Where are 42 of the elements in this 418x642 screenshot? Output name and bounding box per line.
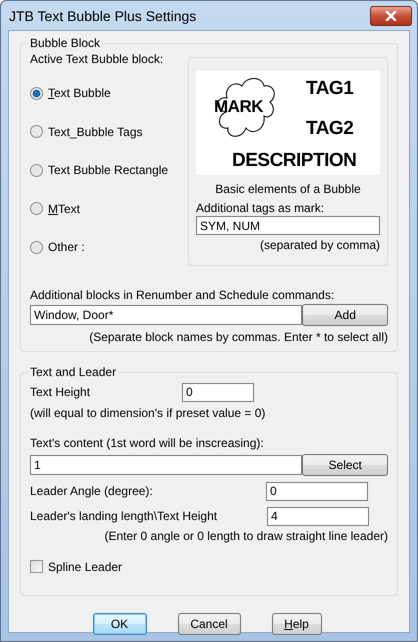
radio-option[interactable]: Text Bubble <box>30 74 188 112</box>
leader-angle-label: Leader Angle (degree): <box>30 484 154 498</box>
landing-length-label: Leader's landing length\Text Height <box>30 509 218 523</box>
blocks-note: (Separate block names by commas. Enter * to select all) <box>88 330 388 344</box>
preview-caption: Basic elements of a Bubble <box>214 182 362 196</box>
leader-angle-field[interactable]: 0 <box>266 482 368 500</box>
radio-option[interactable]: Text Bubble Rectangle <box>30 151 188 190</box>
add-button[interactable]: Add <box>302 304 388 326</box>
blocks-label: Additional blocks in Renumber and Schedule commands: <box>30 288 336 302</box>
description-text: DESCRIPTION <box>232 151 356 171</box>
blocks-field[interactable]: Window, Door* <box>30 304 302 324</box>
select-button[interactable]: Select <box>302 454 388 476</box>
close-button[interactable] <box>370 6 412 26</box>
group-title: Text and Leader <box>28 364 118 380</box>
window-title: JTB Text Bubble Plus Settings <box>8 8 196 24</box>
spline-label: Spline Leader <box>48 560 122 574</box>
radio-icon[interactable] <box>30 125 43 138</box>
tags-note: (separated by comma) <box>258 238 380 252</box>
landing-length-field[interactable]: 4 <box>267 506 369 526</box>
tag-text: TAG1 <box>306 79 354 99</box>
leader-note: (Enter 0 angle or 0 length to draw straight line leader) <box>104 528 388 542</box>
radio-icon[interactable] <box>30 240 43 254</box>
tags-label: Additional tags as mark: <box>196 201 326 215</box>
text-height-field[interactable]: 0 <box>182 382 254 402</box>
content-label: Text's content (1st word will be inscreasing): <box>30 436 265 450</box>
tag-text: TAG2 <box>306 119 354 139</box>
dialog-button[interactable]: OK <box>92 612 146 634</box>
text-height-label: Text Height <box>30 385 92 399</box>
radio-option[interactable]: Text_Bubble Tags <box>30 112 188 151</box>
radio-option[interactable]: MText <box>30 190 188 228</box>
close-icon <box>385 10 397 20</box>
radio-icon[interactable] <box>30 164 43 177</box>
spline-checkbox[interactable] <box>30 560 43 573</box>
dialog-button[interactable]: Cancel <box>178 612 240 634</box>
tags-field[interactable]: SYM, NUM <box>196 216 380 235</box>
content-field[interactable]: 1 <box>30 454 302 474</box>
radio-icon[interactable] <box>30 86 43 100</box>
radio-option[interactable]: Other : <box>30 228 188 266</box>
dialog-button[interactable]: Help <box>272 612 322 634</box>
prompt-label: Active Text Bubble block: <box>30 52 164 68</box>
text-height-note: (will equal to dimension's if preset value = 0) <box>30 406 266 420</box>
radio-icon[interactable] <box>30 202 43 216</box>
